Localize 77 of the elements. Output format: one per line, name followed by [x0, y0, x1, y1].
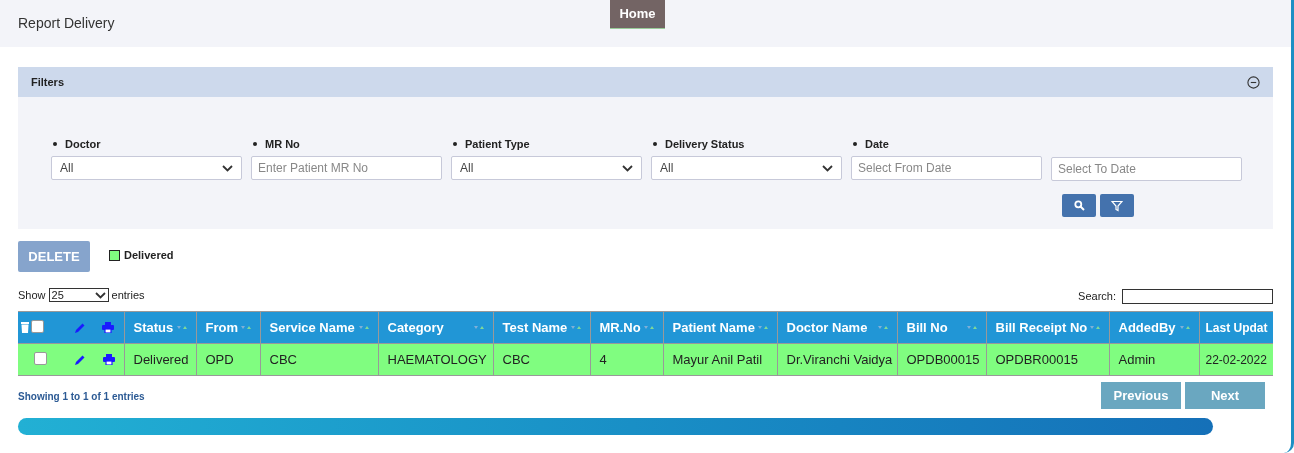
table-cell: CBC [493, 343, 590, 376]
column-header[interactable]: Doctor Name [777, 311, 897, 344]
column-header[interactable]: From [196, 311, 260, 344]
column-header[interactable]: Test Name [493, 311, 590, 344]
checkbox[interactable] [31, 319, 44, 333]
select-field[interactable]: All [51, 156, 242, 180]
field-label: Date [865, 136, 889, 152]
table-cell: HAEMATOLOGY [378, 343, 493, 376]
bullet-icon [453, 142, 457, 146]
column-header[interactable]: AddedBy [1109, 311, 1199, 344]
sort-icon [757, 324, 768, 331]
table-cell: Admin [1109, 343, 1199, 376]
horizontal-scrollbar[interactable] [18, 418, 1213, 435]
chevron-down-icon [94, 291, 106, 299]
sort-icon [570, 324, 581, 331]
entries-label: entries [111, 287, 145, 303]
collapse-icon[interactable] [1247, 75, 1260, 89]
entries-select[interactable]: 25 [48, 288, 109, 302]
bullet-icon [853, 142, 857, 146]
sort-icon [176, 324, 187, 331]
pencil-icon[interactable] [74, 353, 86, 366]
sort-icon [240, 324, 251, 331]
search-icon [1073, 200, 1085, 211]
search-field[interactable] [1122, 288, 1273, 304]
field-label: Patient Type [465, 136, 530, 152]
field-label: Doctor [65, 136, 101, 152]
bullet-icon [53, 142, 57, 146]
column-header[interactable]: MR.No [590, 311, 663, 344]
chevron-down-icon [222, 164, 233, 172]
checkbox[interactable] [34, 351, 47, 365]
input-field[interactable]: Enter Patient MR No [251, 156, 442, 180]
column-header[interactable]: Bill Receipt No [986, 311, 1109, 344]
input-field[interactable]: Select To Date [1051, 157, 1242, 181]
table-cell: OPD [196, 343, 260, 376]
sort-icon [643, 324, 654, 331]
column-header[interactable]: Last Updat [1199, 311, 1273, 344]
table-cell: OPDBR00015 [986, 343, 1109, 376]
column-header[interactable]: Category [378, 311, 493, 344]
chevron-down-icon [622, 164, 633, 172]
select-field[interactable]: All [651, 156, 842, 180]
home-button[interactable]: Home [610, 0, 665, 29]
filters-title: Filters [31, 74, 64, 90]
table-cell: Mayur Anil Patil [663, 343, 777, 376]
sort-icon [1179, 324, 1190, 331]
sort-icon [1089, 324, 1100, 331]
input-field[interactable]: Select From Date [851, 156, 1042, 180]
table-cell: 4 [590, 343, 663, 376]
table-cell: OPDB00015 [897, 343, 986, 376]
column-header[interactable]: Status [124, 311, 196, 344]
search-button[interactable] [1062, 194, 1096, 217]
sort-icon [473, 324, 484, 331]
search-label: Search: [1078, 288, 1116, 304]
printer-icon[interactable] [102, 322, 114, 333]
sort-icon [358, 324, 369, 331]
bullet-icon [253, 142, 257, 146]
table-row[interactable]: Delivered OPD CBC HAEMATOLOGY CBC 4 Mayur Anil Patil Dr.Viranchi Vaidya OPDB00015 OPDBR00015 Admin 22-02-2022 [18, 343, 1273, 376]
table-cell: Delivered [124, 343, 196, 376]
table-info: Showing 1 to 1 of 1 entries [18, 390, 145, 404]
trash-icon[interactable] [21, 322, 29, 333]
sort-icon [877, 324, 888, 331]
filter-button[interactable] [1100, 194, 1134, 217]
column-header[interactable]: Patient Name [663, 311, 777, 344]
column-header[interactable]: Service Name [260, 311, 378, 344]
show-label: Show [18, 287, 46, 303]
select-field[interactable]: All [451, 156, 642, 180]
page-title: Report Delivery [18, 14, 115, 33]
column-header[interactable]: Bill No [897, 311, 986, 344]
printer-icon[interactable] [103, 354, 115, 365]
chevron-down-icon [822, 164, 833, 172]
field-label: MR No [265, 136, 300, 152]
table-cell: Dr.Viranchi Vaidya [777, 343, 897, 376]
legend-label: Delivered [124, 247, 174, 263]
bullet-icon [653, 142, 657, 146]
table-cell: CBC [260, 343, 378, 376]
filter-icon [1111, 199, 1123, 212]
sort-icon [966, 324, 977, 331]
field-label: Delivery Status [665, 136, 745, 152]
